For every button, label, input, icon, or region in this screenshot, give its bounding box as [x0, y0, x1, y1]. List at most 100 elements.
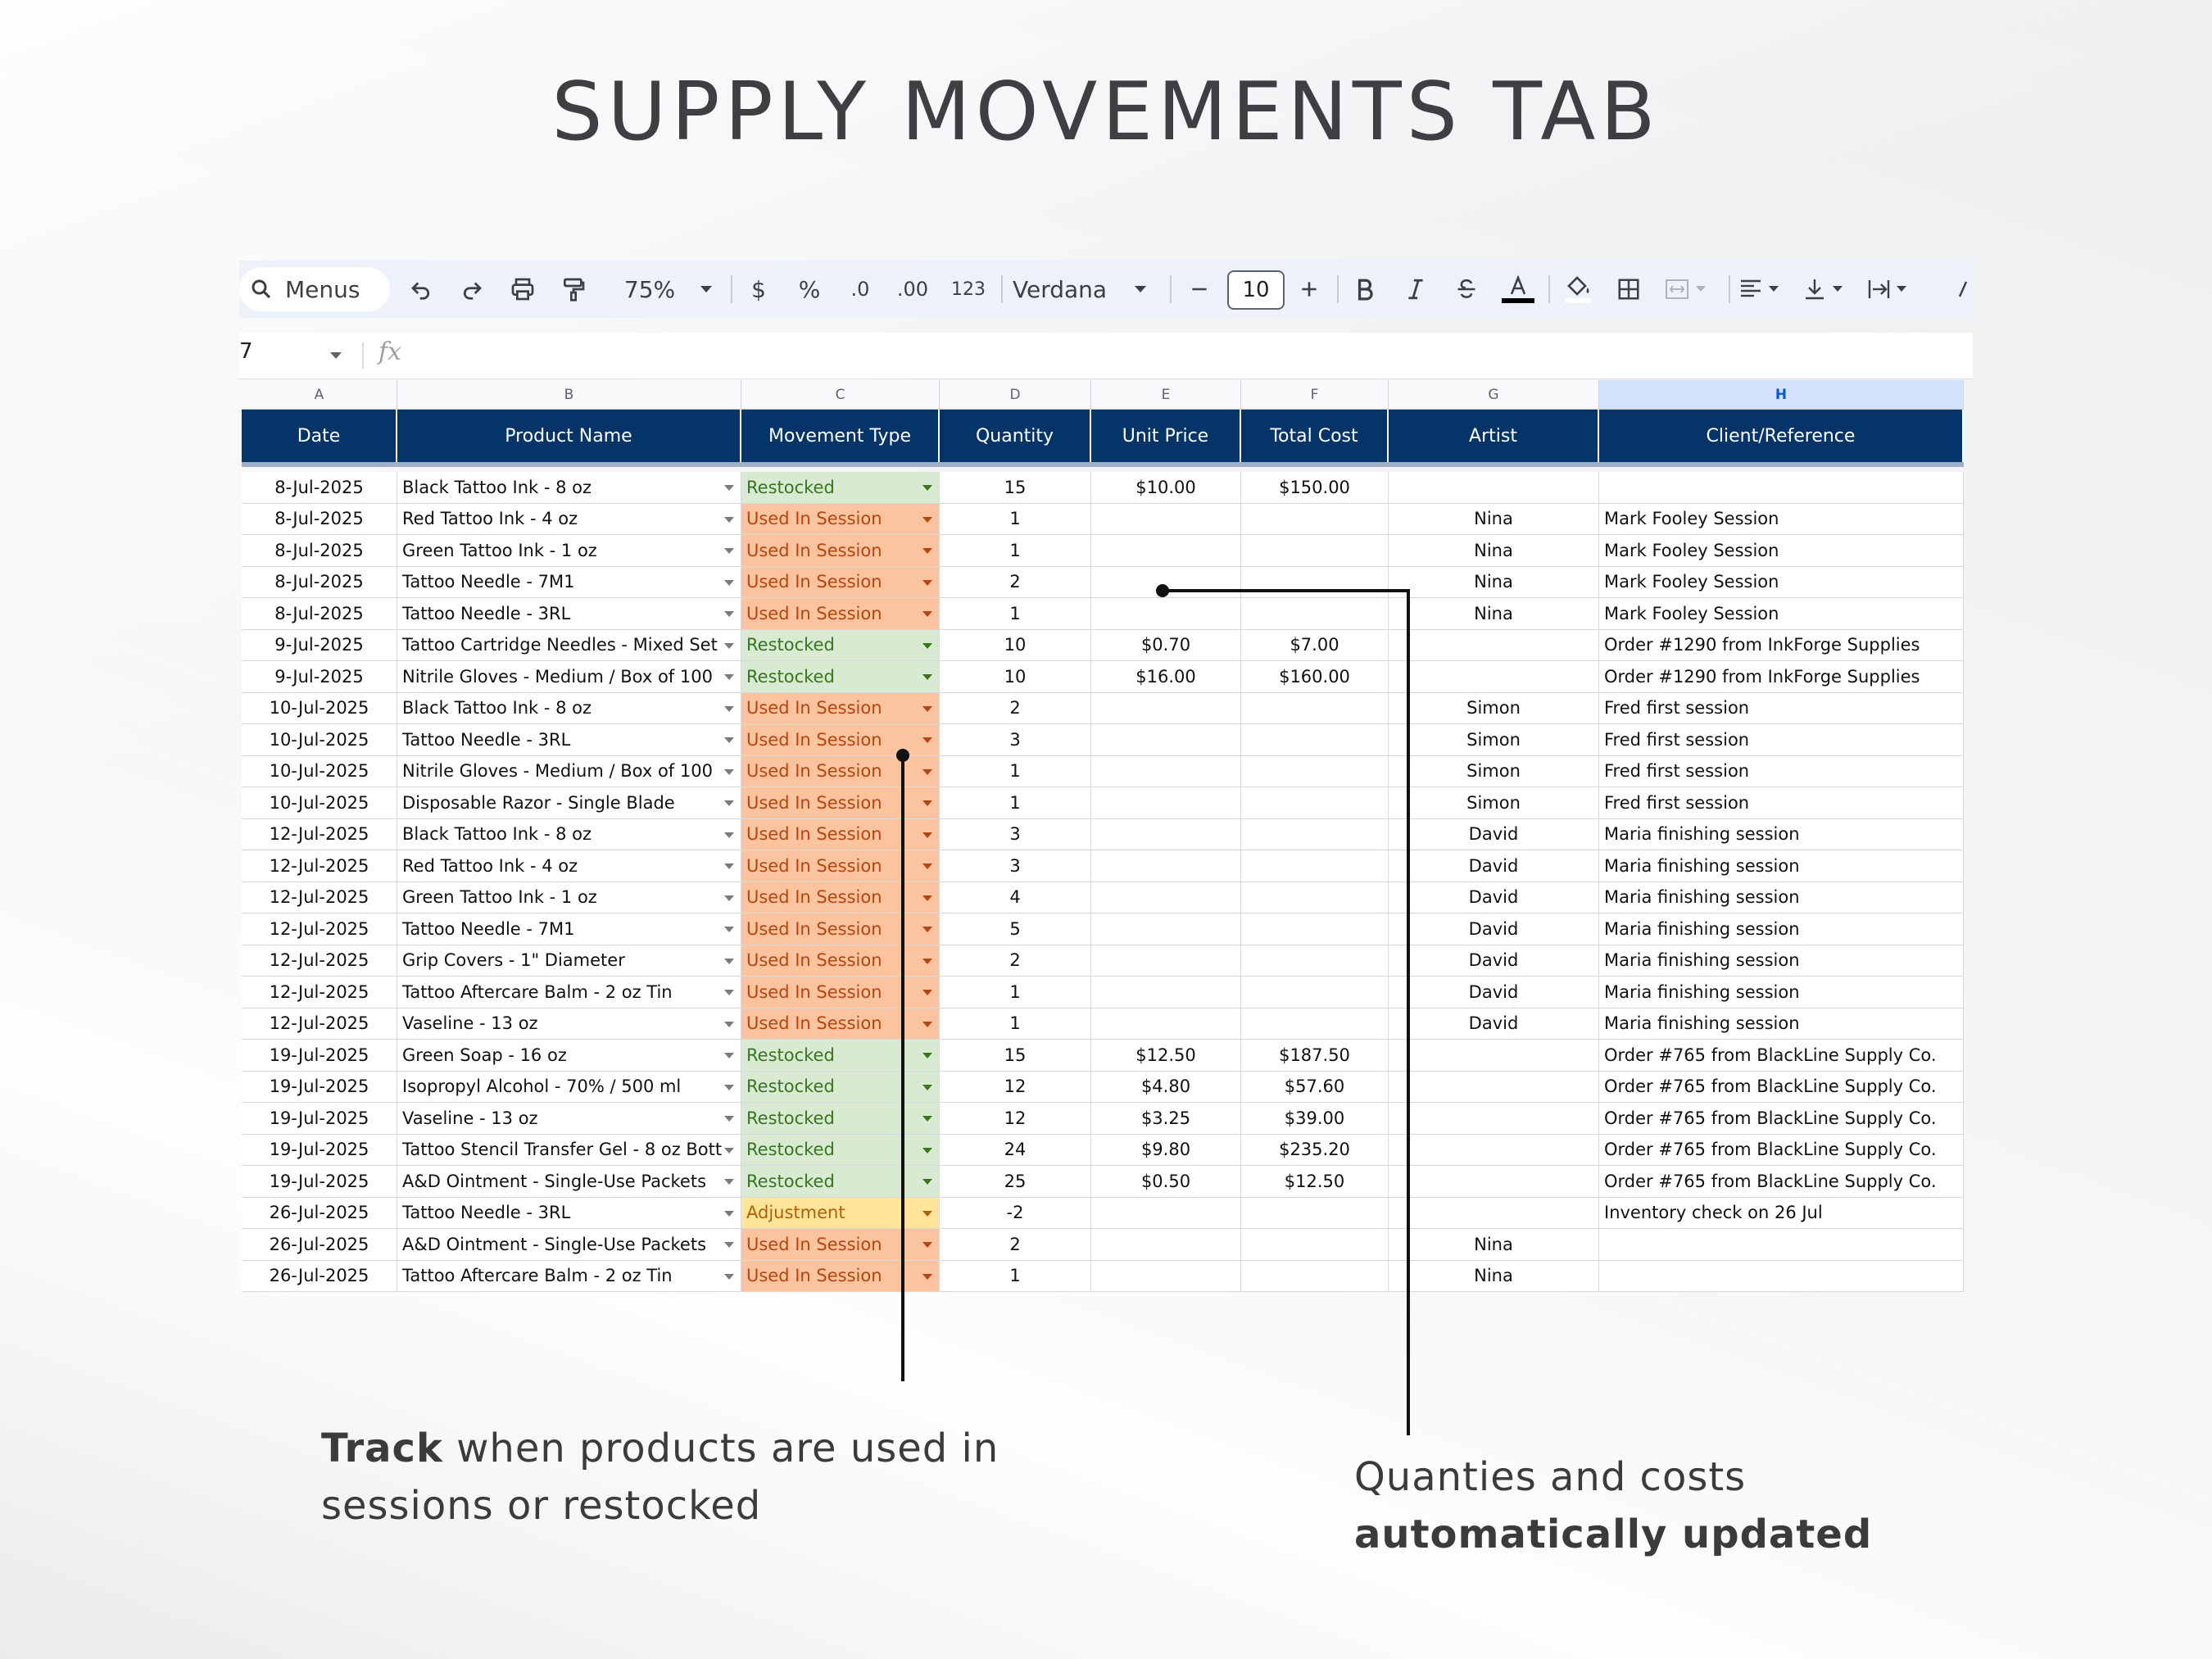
- table-cell[interactable]: Vaseline - 13 oz: [397, 1103, 741, 1135]
- table-cell[interactable]: [1389, 1197, 1599, 1229]
- dropdown-caret-icon[interactable]: [922, 548, 932, 554]
- table-cell[interactable]: 12-Jul-2025: [242, 882, 397, 913]
- table-cell[interactable]: [1091, 535, 1241, 567]
- dropdown-caret-icon[interactable]: [724, 863, 734, 869]
- table-cell[interactable]: A&D Ointment - Single-Use Packets: [397, 1166, 741, 1198]
- table-cell[interactable]: [1241, 535, 1389, 567]
- movement-type-cell[interactable]: Restocked: [741, 1134, 940, 1166]
- zoom-select[interactable]: 75%: [605, 261, 695, 318]
- movement-type-cell[interactable]: Used In Session: [741, 913, 940, 945]
- movement-type-cell[interactable]: Restocked: [741, 1103, 940, 1135]
- table-cell[interactable]: [1091, 1229, 1241, 1261]
- table-cell[interactable]: Mark Fooley Session: [1599, 535, 1964, 567]
- table-cell[interactable]: Simon: [1389, 787, 1599, 819]
- table-cell[interactable]: [1389, 1134, 1599, 1166]
- table-cell[interactable]: Mark Fooley Session: [1599, 566, 1964, 598]
- dropdown-caret-icon[interactable]: [922, 579, 932, 586]
- print-button[interactable]: [505, 261, 541, 318]
- table-cell[interactable]: [1091, 882, 1241, 913]
- table-cell[interactable]: 8-Jul-2025: [242, 535, 397, 567]
- table-cell[interactable]: Nina: [1389, 566, 1599, 598]
- table-cell[interactable]: $150.00: [1241, 472, 1389, 504]
- table-cell[interactable]: [1389, 629, 1599, 661]
- table-cell[interactable]: [1241, 787, 1389, 819]
- table-cell[interactable]: [1241, 1008, 1389, 1040]
- strikethrough-button[interactable]: [1448, 261, 1484, 318]
- table-cell[interactable]: Green Tattoo Ink - 1 oz: [397, 535, 741, 567]
- header-cell[interactable]: Artist: [1389, 410, 1599, 462]
- table-cell[interactable]: [1389, 472, 1599, 504]
- table-cell[interactable]: [1091, 850, 1241, 882]
- table-cell[interactable]: Maria finishing session: [1599, 977, 1964, 1009]
- movement-type-cell[interactable]: Used In Session: [741, 598, 940, 630]
- text-color-button[interactable]: [1498, 261, 1539, 318]
- table-cell[interactable]: 10-Jul-2025: [242, 787, 397, 819]
- dropdown-caret-icon[interactable]: [724, 1021, 734, 1027]
- table-cell[interactable]: [1241, 977, 1389, 1009]
- table-cell[interactable]: [1091, 945, 1241, 977]
- table-cell[interactable]: [1599, 1229, 1964, 1261]
- movement-type-cell[interactable]: Used In Session: [741, 755, 940, 787]
- text-wrap-button[interactable]: [1865, 261, 1917, 318]
- movement-type-cell[interactable]: Restocked: [741, 472, 940, 504]
- dropdown-caret-icon[interactable]: [922, 516, 932, 523]
- table-cell[interactable]: Simon: [1389, 692, 1599, 724]
- table-cell[interactable]: 10: [940, 629, 1091, 661]
- table-cell[interactable]: [1389, 661, 1599, 693]
- table-cell[interactable]: [1241, 913, 1389, 945]
- text-rotation-button[interactable]: [1956, 261, 1973, 318]
- dropdown-caret-icon[interactable]: [724, 1116, 734, 1122]
- table-cell[interactable]: Nina: [1389, 535, 1599, 567]
- table-cell[interactable]: [1599, 1260, 1964, 1292]
- table-cell[interactable]: Order #765 from BlackLine Supply Co.: [1599, 1103, 1964, 1135]
- movement-type-cell[interactable]: Used In Session: [741, 724, 940, 756]
- movement-type-cell[interactable]: Used In Session: [741, 1260, 940, 1292]
- table-cell[interactable]: Maria finishing session: [1599, 913, 1964, 945]
- currency-format-button[interactable]: $: [741, 261, 777, 318]
- table-cell[interactable]: 9-Jul-2025: [242, 661, 397, 693]
- zoom-dropdown-icon[interactable]: [690, 261, 723, 318]
- font-family-select[interactable]: Verdana: [1013, 261, 1119, 318]
- dropdown-caret-icon[interactable]: [724, 548, 734, 554]
- table-cell[interactable]: [1091, 692, 1241, 724]
- table-cell[interactable]: $16.00: [1091, 661, 1241, 693]
- table-cell[interactable]: $3.25: [1091, 1103, 1241, 1135]
- table-cell[interactable]: Fred first session: [1599, 787, 1964, 819]
- table-cell[interactable]: [1091, 755, 1241, 787]
- table-cell[interactable]: 26-Jul-2025: [242, 1229, 397, 1261]
- table-cell[interactable]: $235.20: [1241, 1134, 1389, 1166]
- dropdown-caret-icon[interactable]: [922, 1084, 932, 1090]
- table-cell[interactable]: [1241, 1197, 1389, 1229]
- table-cell[interactable]: 2: [940, 945, 1091, 977]
- table-cell[interactable]: 3: [940, 850, 1091, 882]
- header-cell[interactable]: Date: [242, 410, 397, 462]
- table-cell[interactable]: [1091, 977, 1241, 1009]
- column-header-g[interactable]: G: [1389, 380, 1599, 410]
- dropdown-caret-icon[interactable]: [922, 990, 932, 995]
- dropdown-caret-icon[interactable]: [922, 1116, 932, 1122]
- table-cell[interactable]: Order #1290 from InkForge Supplies: [1599, 661, 1964, 693]
- table-cell[interactable]: 12-Jul-2025: [242, 977, 397, 1009]
- table-cell[interactable]: 8-Jul-2025: [242, 566, 397, 598]
- dropdown-caret-icon[interactable]: [724, 990, 734, 995]
- column-header-d[interactable]: D: [940, 380, 1091, 410]
- italic-button[interactable]: [1398, 261, 1434, 318]
- table-cell[interactable]: 15: [940, 1040, 1091, 1072]
- table-cell[interactable]: Fred first session: [1599, 692, 1964, 724]
- table-cell[interactable]: 15: [940, 472, 1091, 504]
- table-cell[interactable]: $4.80: [1091, 1071, 1241, 1103]
- header-cell[interactable]: Client/Reference: [1599, 410, 1964, 462]
- table-cell[interactable]: Tattoo Needle - 3RL: [397, 724, 741, 756]
- table-cell[interactable]: [1241, 724, 1389, 756]
- movement-type-cell[interactable]: Adjustment: [741, 1197, 940, 1229]
- dropdown-caret-icon[interactable]: [922, 1147, 932, 1154]
- dropdown-caret-icon[interactable]: [724, 800, 734, 806]
- table-cell[interactable]: [1091, 787, 1241, 819]
- table-cell[interactable]: Order #765 from BlackLine Supply Co.: [1599, 1166, 1964, 1198]
- movement-type-cell[interactable]: Used In Session: [741, 1008, 940, 1040]
- movement-type-cell[interactable]: Restocked: [741, 1071, 940, 1103]
- table-cell[interactable]: Tattoo Aftercare Balm - 2 oz Tin: [397, 977, 741, 1009]
- table-cell[interactable]: [1241, 692, 1389, 724]
- movement-type-cell[interactable]: Used In Session: [741, 882, 940, 913]
- table-cell[interactable]: Red Tattoo Ink - 4 oz: [397, 850, 741, 882]
